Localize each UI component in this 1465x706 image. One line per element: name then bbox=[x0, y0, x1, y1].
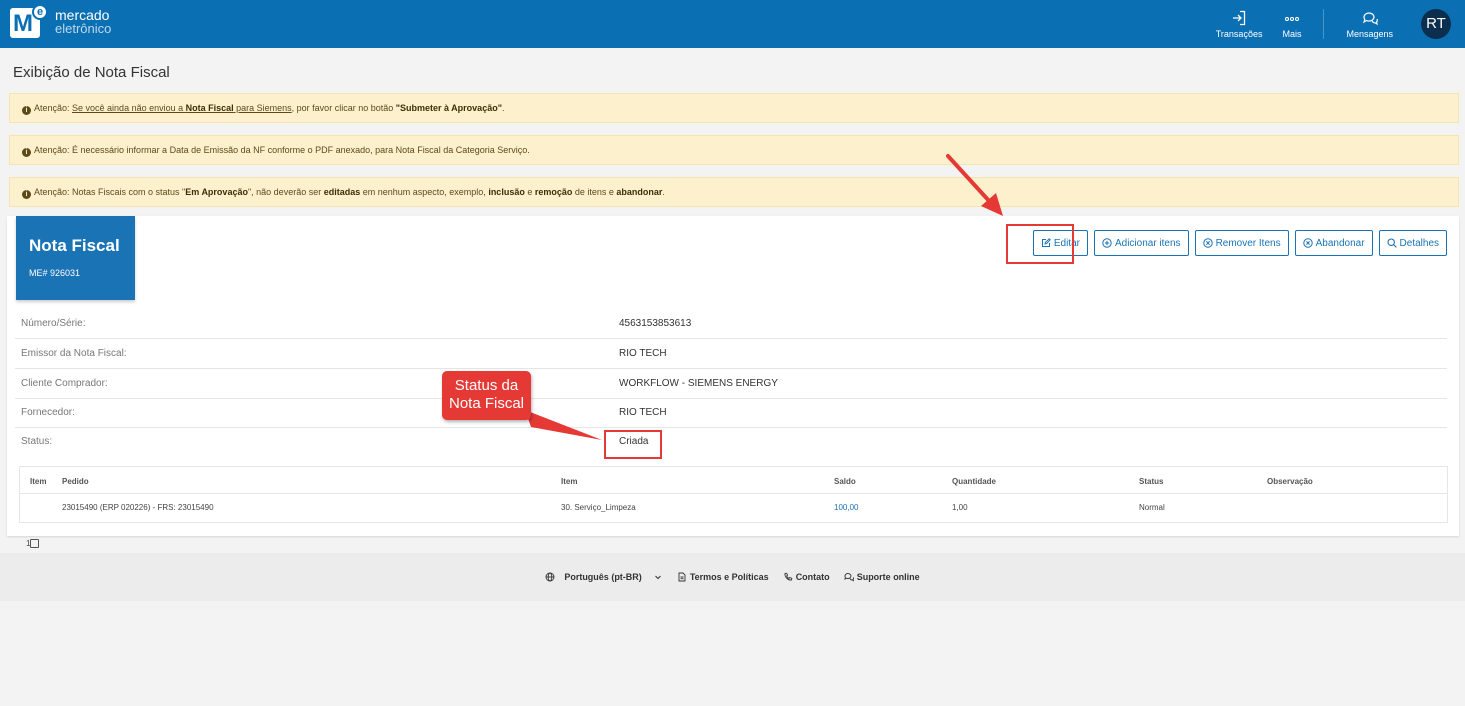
action-buttons: Editar Adicionar itens Remover Itens Aba… bbox=[1032, 230, 1447, 256]
status-highlight bbox=[604, 430, 662, 459]
remove-items-button[interactable]: Remover Itens bbox=[1194, 230, 1289, 256]
add-items-button[interactable]: Adicionar itens bbox=[1093, 230, 1189, 256]
login-arrow-icon bbox=[1233, 10, 1246, 25]
alert-approval-status: i Atenção: Notas Fiscais com o status "Em… bbox=[9, 177, 1459, 207]
document-icon bbox=[678, 572, 686, 582]
top-navbar: Me mercado eletrônico Transações Mais Me… bbox=[0, 0, 1465, 48]
field-fornecedor: Fornecedor: RIO TECH bbox=[15, 398, 1447, 428]
online-support-link[interactable]: Suporte online bbox=[843, 572, 920, 582]
details-button[interactable]: Detalhes bbox=[1378, 230, 1447, 256]
field-emissor: Emissor da Nota Fiscal: RIO TECH bbox=[15, 339, 1447, 369]
invoice-card: Nota Fiscal ME# 926031 Editar Adicionar … bbox=[7, 216, 1459, 548]
field-cliente: Cliente Comprador: WORKFLOW - SIEMENS EN… bbox=[15, 369, 1447, 399]
chat-bubbles-icon bbox=[1362, 11, 1378, 25]
field-status: Status: Criada bbox=[21, 436, 649, 447]
user-avatar[interactable]: RT bbox=[1421, 9, 1451, 39]
terms-link[interactable]: Termos e Políticas bbox=[677, 572, 769, 582]
row-checkbox[interactable] bbox=[30, 539, 39, 548]
nav-transacoes[interactable]: Transações bbox=[1206, 10, 1273, 39]
abandon-button[interactable]: Abandonar bbox=[1294, 230, 1373, 256]
alert-submit-approval: i Atenção: Se você ainda não enviou a Not… bbox=[9, 93, 1459, 123]
table-header: Item Pedido Item Saldo Quantidade Status… bbox=[20, 467, 1447, 494]
language-selector[interactable]: Português (pt-BR) bbox=[545, 572, 663, 582]
contact-link[interactable]: Contato bbox=[783, 572, 830, 582]
page-title: Exibição de Nota Fiscal bbox=[13, 64, 170, 81]
footer: Português (pt-BR) Termos e Políticas Con… bbox=[0, 553, 1465, 601]
nav-mensagens[interactable]: Mensagens bbox=[1336, 10, 1403, 39]
invoice-me-number: ME# 926031 bbox=[29, 268, 81, 278]
items-table: Item Pedido Item Saldo Quantidade Status… bbox=[19, 466, 1448, 548]
x-circle-icon bbox=[1202, 238, 1213, 248]
invoice-header-box: Nota Fiscal ME# 926031 bbox=[16, 216, 135, 300]
chat-bubbles-icon bbox=[843, 573, 854, 582]
x-circle-icon bbox=[1302, 238, 1313, 248]
chevron-down-icon bbox=[654, 575, 661, 580]
invoice-title: Nota Fiscal bbox=[29, 236, 120, 255]
alert-link[interactable]: Se você ainda não enviou a Nota Fiscal p… bbox=[72, 103, 292, 113]
search-icon bbox=[1386, 238, 1397, 248]
mercado-eletronico-logo[interactable]: Me mercado eletrônico bbox=[10, 4, 112, 38]
nav-divider bbox=[1323, 9, 1325, 39]
info-icon: i bbox=[22, 190, 31, 199]
status-callout: Status da Nota Fiscal bbox=[442, 371, 531, 420]
info-icon: i bbox=[22, 106, 31, 115]
logo-text-line2: eletrônico bbox=[55, 21, 112, 36]
field-numero-serie: Número/Série: 4563153853613 bbox=[15, 309, 1447, 339]
alert-emission-date: i Atenção: É necessário informar a Data d… bbox=[9, 135, 1459, 165]
phone-icon bbox=[784, 572, 792, 581]
nav-mais[interactable]: Mais bbox=[1272, 10, 1311, 39]
edit-button-highlight bbox=[1006, 224, 1074, 264]
saldo-link[interactable]: 100,00 bbox=[834, 503, 858, 512]
info-icon: i bbox=[22, 148, 31, 157]
more-dots-icon bbox=[1284, 16, 1300, 21]
globe-icon bbox=[545, 572, 555, 582]
plus-circle-icon bbox=[1102, 238, 1112, 248]
logo-mark-icon: Me bbox=[10, 4, 48, 38]
